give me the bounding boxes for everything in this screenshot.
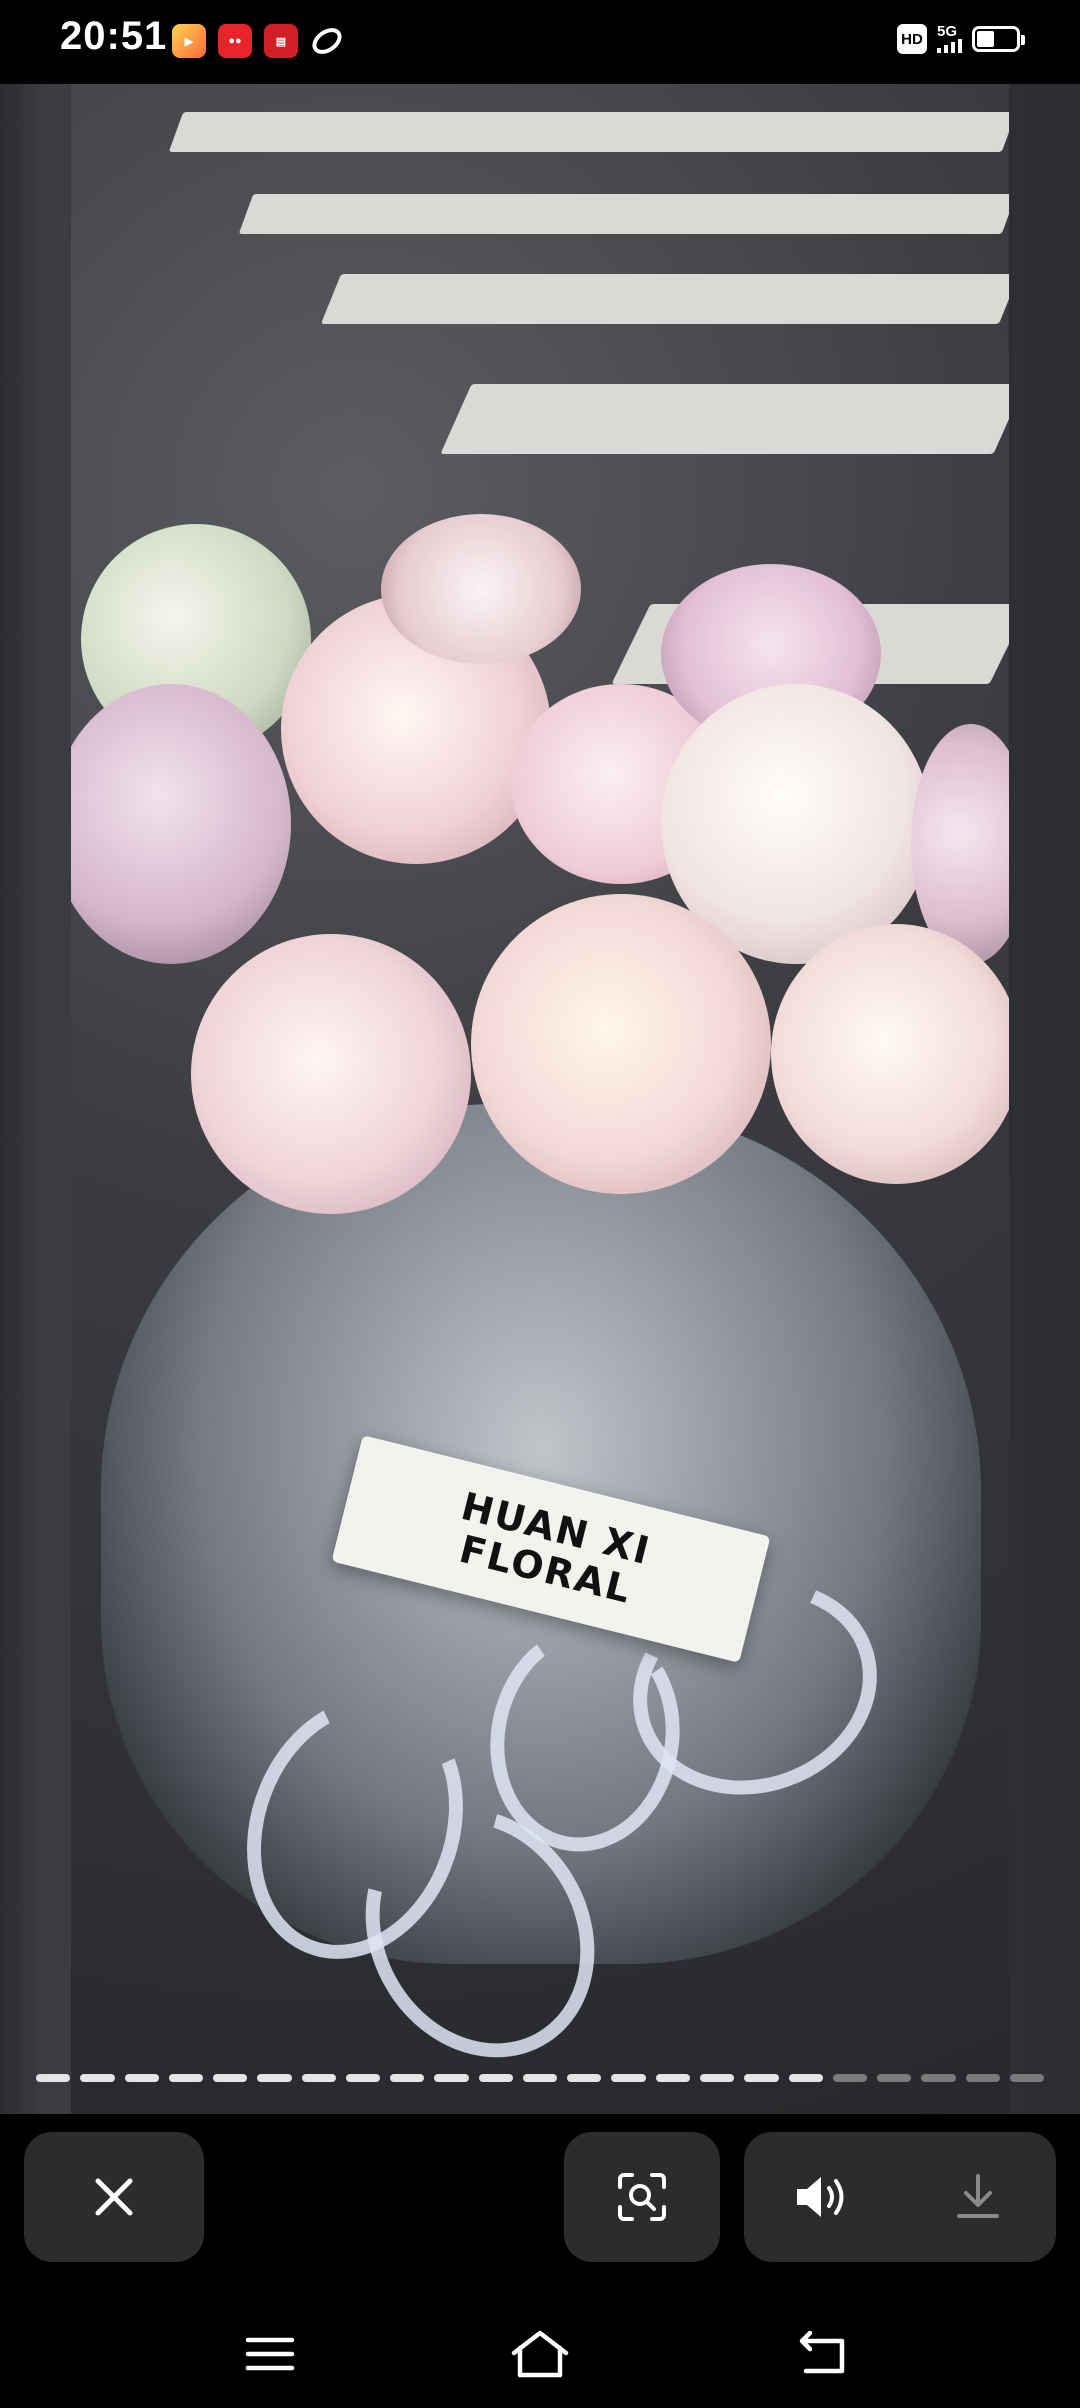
progress-segment: [434, 2074, 469, 2082]
notification-icons: ▶ ●● ▤: [172, 24, 344, 58]
volume-button[interactable]: [744, 2132, 900, 2262]
progress-segment: [36, 2074, 71, 2082]
progress-segment: [877, 2074, 912, 2082]
progress-segment: [611, 2074, 646, 2082]
progress-segment: [699, 2074, 735, 2082]
progress-segment: [478, 2074, 513, 2082]
media-actions-group: [744, 2132, 1056, 2262]
progress-segment: [965, 2074, 1000, 2082]
progress-segment: [832, 2074, 868, 2082]
progress-segment: [168, 2074, 204, 2082]
back-icon: [799, 2331, 845, 2374]
progress-segment: [390, 2074, 425, 2082]
progress-segment: [744, 2074, 779, 2082]
status-time: 20:51: [60, 14, 168, 58]
video-app-icon: ▶: [172, 24, 206, 58]
progress-segment: [1009, 2074, 1045, 2082]
signal-indicator: 5G: [937, 23, 962, 53]
viewer-controls: [0, 2114, 1080, 2296]
download-button[interactable]: [900, 2132, 1056, 2262]
progress-segment: [80, 2074, 115, 2082]
progress-segment: [124, 2074, 159, 2082]
progress-segment: [345, 2074, 381, 2082]
progress-segment: [788, 2074, 823, 2082]
progress-segment: [655, 2074, 690, 2082]
network-type: 5G: [937, 23, 958, 40]
progress-segment: [257, 2074, 292, 2082]
battery-icon: [972, 26, 1025, 52]
progress-segment: [522, 2074, 558, 2082]
progress-segment: [213, 2074, 248, 2082]
media-viewer[interactable]: HUAN XI FLORAL: [0, 84, 1080, 2114]
bouquet: HUAN XI FLORAL: [71, 504, 1009, 2104]
system-navigation-bar: [0, 2296, 1080, 2408]
news-app-icon: ▤: [264, 24, 298, 58]
bouquet-photo: HUAN XI FLORAL: [71, 84, 1009, 2114]
scan-icon: [618, 2173, 666, 2221]
home-icon: [511, 2330, 569, 2378]
swirl-app-icon: [310, 24, 344, 58]
status-bar: 20:51 ▶ ●● ▤ HD 5G: [0, 0, 1080, 84]
close-button[interactable]: [24, 2132, 204, 2262]
hd-badge: HD: [897, 24, 927, 54]
download-icon: [957, 2174, 999, 2218]
signal-bars-icon: [937, 39, 962, 53]
menu-icon: [245, 2337, 295, 2371]
progress-segment: [921, 2074, 956, 2082]
back-button[interactable]: [794, 2326, 854, 2382]
red-app-icon: ●●: [218, 24, 252, 58]
close-icon: [95, 2178, 133, 2216]
scan-button[interactable]: [564, 2132, 720, 2262]
progress-segment: [567, 2074, 602, 2082]
volume-icon: [797, 2177, 844, 2217]
menu-button[interactable]: [240, 2326, 300, 2382]
system-indicators: HD 5G: [897, 23, 1025, 54]
media-progress-indicator: [36, 2074, 1045, 2082]
progress-segment: [301, 2074, 336, 2082]
home-button[interactable]: [510, 2326, 570, 2382]
